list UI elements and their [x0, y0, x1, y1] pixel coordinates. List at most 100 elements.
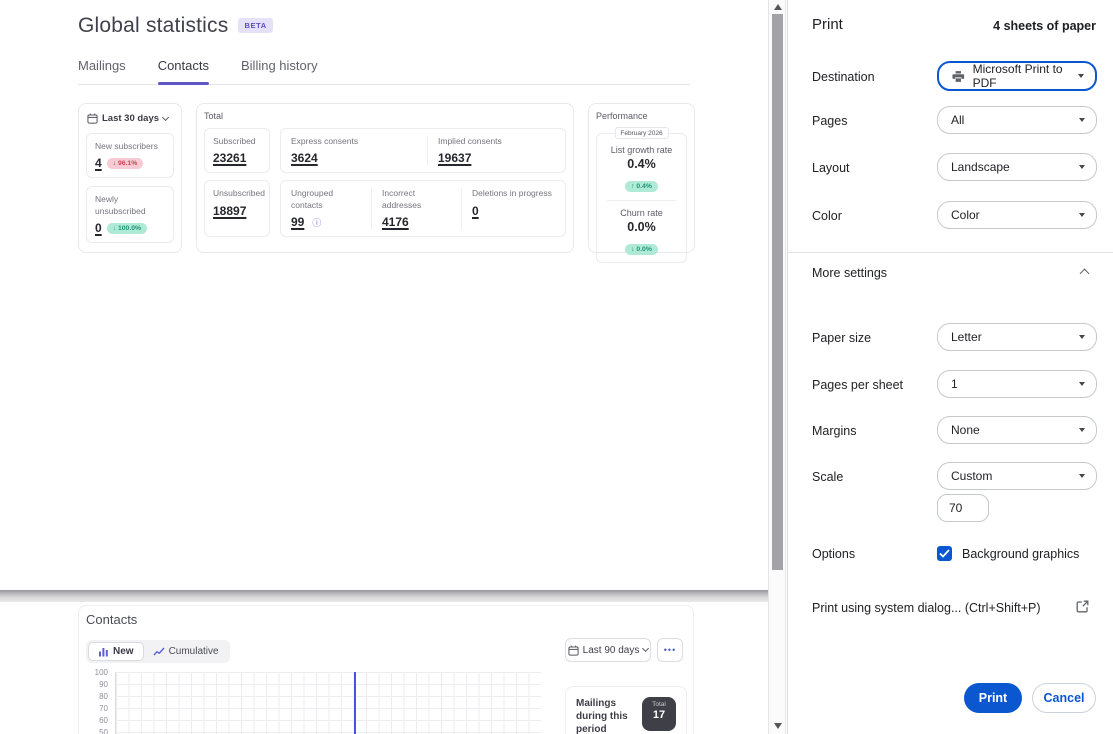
- y-axis-tick: 90: [84, 680, 108, 689]
- recent-stats-section: Last 30 days New subscribers 4 ↓ 96.1% N…: [78, 103, 182, 253]
- caret-icon: [1079, 382, 1085, 386]
- y-axis-tick: 100: [84, 668, 108, 677]
- pages-per-sheet-value: 1: [951, 377, 958, 391]
- period-label: Last 90 days: [583, 645, 640, 656]
- margins-select[interactable]: None: [937, 416, 1097, 444]
- layout-select[interactable]: Landscape: [937, 153, 1097, 181]
- stat-value: 0.4%: [601, 157, 682, 171]
- printer-icon: [952, 70, 965, 83]
- caret-icon: [1079, 428, 1085, 432]
- more-settings-toggle[interactable]: More settings: [812, 266, 887, 280]
- stat-label: Subscribed: [213, 136, 261, 147]
- color-label: Color: [812, 209, 842, 223]
- print-button[interactable]: Print: [964, 683, 1022, 713]
- deletions-col: Deletions in progress 0: [461, 188, 562, 229]
- stat-value-link: 99: [291, 215, 304, 229]
- chevron-down-icon: [642, 645, 649, 652]
- caret-icon: [1078, 74, 1084, 78]
- section-label: Total: [204, 111, 566, 121]
- scrollbar-thumb[interactable]: [772, 14, 783, 570]
- color-value: Color: [951, 208, 980, 222]
- page-separator: [0, 590, 768, 602]
- total-stats-section: Total Subscribed 23261 Express consents …: [196, 103, 574, 253]
- paper-size-select[interactable]: Letter: [937, 323, 1097, 351]
- consents-card: Express consents 3624 Implied consents 1…: [280, 128, 566, 173]
- stat-value-link: 4: [95, 156, 102, 170]
- preview-page-1: Global statisticsBETA Mailings Contacts …: [0, 0, 768, 590]
- preview-scrollbar[interactable]: [768, 0, 786, 734]
- period-selector: Last 30 days: [86, 111, 174, 124]
- ungrouped-contacts-col: Ungrouped contacts 99 ⓘ: [281, 188, 371, 229]
- delta-badge: ↓ 100.0%: [107, 223, 147, 234]
- stat-value-link: 19637: [438, 151, 471, 165]
- print-preview-window: Global statisticsBETA Mailings Contacts …: [0, 0, 1113, 734]
- background-graphics-checkbox[interactable]: [937, 546, 952, 561]
- pages-label: Pages: [812, 114, 847, 128]
- chevron-down-icon: [162, 113, 169, 120]
- arrow-down-icon: ↓: [631, 246, 634, 253]
- stat-label: Incorrect addresses: [382, 188, 451, 211]
- background-graphics-label[interactable]: Background graphics: [962, 547, 1079, 561]
- options-label: Options: [812, 547, 855, 561]
- delta-value: 96.1%: [118, 160, 137, 167]
- period-label: Last 30 days: [102, 113, 159, 124]
- caret-icon: [1079, 474, 1085, 478]
- chart-view-toggle: New Cumulative: [86, 640, 230, 663]
- y-axis-tick: 60: [84, 716, 108, 725]
- stat-label: Implied consents: [438, 136, 502, 147]
- preview-page-2: Contacts New Cumulative Last 90 days •••…: [0, 602, 768, 734]
- stats-row: Last 30 days New subscribers 4 ↓ 96.1% N…: [78, 103, 695, 253]
- calendar-icon: [87, 113, 98, 124]
- delta-badge: ↓ 0.0%: [625, 244, 658, 255]
- pages-per-sheet-select[interactable]: 1: [937, 370, 1097, 398]
- scale-value: Custom: [951, 469, 992, 483]
- y-axis-tick: 80: [84, 692, 108, 701]
- info-icon: ⓘ: [312, 216, 321, 229]
- system-dialog-link[interactable]: Print using system dialog... (Ctrl+Shift…: [812, 601, 1041, 615]
- scroll-down-arrow-icon[interactable]: [774, 723, 782, 729]
- implied-consents-col: Implied consents 19637: [427, 136, 512, 165]
- stat-label: List growth rate: [601, 145, 682, 155]
- color-select[interactable]: Color: [937, 201, 1097, 229]
- scroll-up-arrow-icon[interactable]: [774, 4, 782, 10]
- delta-badge: ↑ 0.4%: [625, 181, 658, 192]
- scale-select[interactable]: Custom: [937, 462, 1097, 490]
- print-settings-panel: Print 4 sheets of paper Destination Micr…: [787, 0, 1113, 734]
- arrow-down-icon: ↓: [113, 160, 116, 167]
- stat-label: Deletions in progress: [472, 188, 552, 199]
- delta-badge: ↓ 96.1%: [107, 158, 144, 169]
- contacts-heading: Contacts: [86, 612, 137, 627]
- chart-period-selector: Last 90 days: [565, 638, 651, 662]
- performance-card: February 2026 List growth rate 0.4% ↑ 0.…: [596, 133, 687, 263]
- chevron-up-icon[interactable]: [1080, 269, 1090, 279]
- more-options-button: •••: [657, 638, 683, 662]
- stat-label: Newly unsubscribed: [95, 194, 150, 217]
- incorrect-addresses-col: Incorrect addresses 4176: [371, 188, 461, 229]
- stat-label: Ungrouped contacts: [291, 188, 361, 211]
- scale-custom-input[interactable]: [937, 494, 989, 522]
- pages-select[interactable]: All: [937, 106, 1097, 134]
- month-tag: February 2026: [614, 127, 668, 139]
- beta-badge: BETA: [238, 18, 272, 33]
- total-badge: Total 17: [642, 697, 676, 731]
- line-chart-icon: [153, 647, 165, 656]
- stat-value-link: 23261: [213, 151, 246, 165]
- stat-value-link: 4176: [382, 215, 409, 229]
- paper-size-value: Letter: [951, 330, 982, 344]
- caret-icon: [1079, 165, 1085, 169]
- mailings-summary-card: Mailings during this period Total 17 Jan…: [565, 686, 687, 734]
- page-title: Global statisticsBETA: [78, 14, 273, 38]
- delta-value: 100.0%: [118, 225, 141, 232]
- toggle-label: New: [113, 646, 134, 657]
- toggle-label: Cumulative: [169, 646, 219, 657]
- external-link-icon[interactable]: [1076, 600, 1089, 618]
- destination-select[interactable]: Microsoft Print to PDF: [937, 61, 1097, 91]
- stat-value-link: 0: [472, 204, 479, 218]
- performance-section: Performance February 2026 List growth ra…: [588, 103, 695, 253]
- cancel-button[interactable]: Cancel: [1032, 683, 1096, 713]
- tab-mailings: Mailings: [78, 58, 126, 73]
- divider: [788, 252, 1113, 253]
- new-subscribers-card: New subscribers 4 ↓ 96.1%: [86, 133, 174, 178]
- arrow-down-icon: ↓: [113, 225, 116, 232]
- section-label: Performance: [596, 111, 687, 121]
